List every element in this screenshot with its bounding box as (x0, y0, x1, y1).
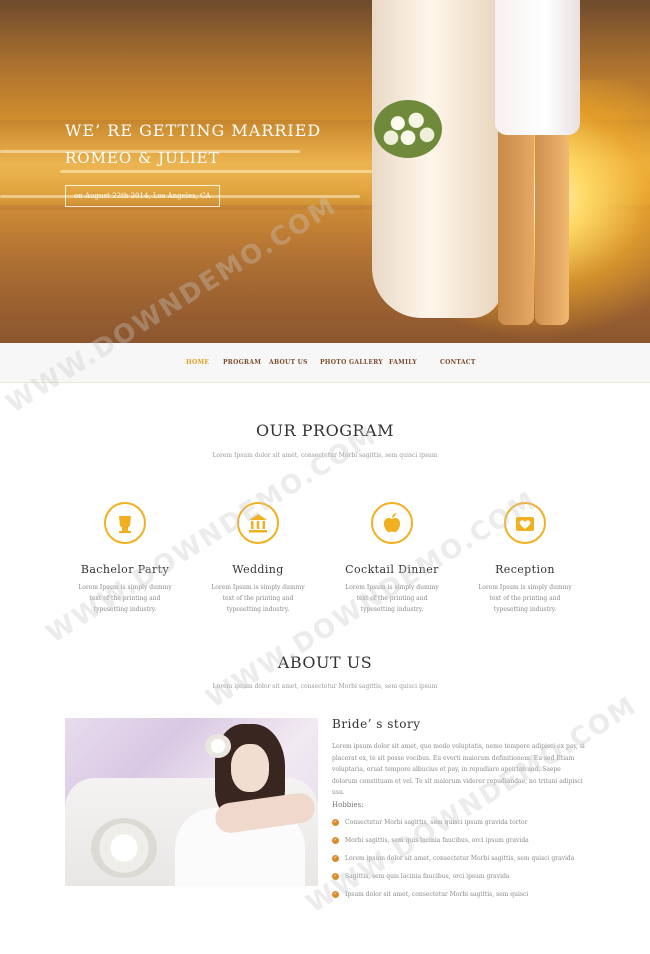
check-icon: ✓ (332, 873, 339, 880)
bride-dress-image (372, 0, 502, 318)
hobbies-label: Hobbies: (332, 801, 364, 809)
about-subtitle: Lorem ipsum dolor sit amet, consectetur … (212, 683, 438, 690)
hobby-item: ✓ Ipsum dolor sit amet, consectetur Morbi… (332, 891, 529, 898)
hero-wave (60, 170, 380, 173)
program-item-title: Reception (495, 563, 555, 576)
nav-item-home[interactable]: HOME (186, 359, 209, 366)
program-item-reception: Reception Lorem Ipsum is simply dummy te… (465, 502, 585, 615)
hobby-item: ✓ Consectetur Morbi sagittis, sem quisci … (332, 819, 528, 826)
check-icon: ✓ (332, 837, 339, 844)
program-item-title: Wedding (232, 563, 284, 576)
hero-names: ROMEO & JULIET (65, 149, 220, 167)
bank-icon (237, 502, 279, 544)
program-item-wedding: Wedding Lorem Ipsum is simply dummy text… (198, 502, 318, 615)
hero-date-box: on August 22th 2014, Los Angeles, CA (65, 185, 220, 207)
about-heading: ABOUT US (277, 653, 373, 672)
program-subtitle: Lorem Ipsum dolor sit amet, consectetur … (212, 452, 438, 459)
groom-leg-image (535, 120, 569, 325)
program-item-bachelor-party: Bachelor Party Lorem Ipsum is simply dum… (65, 502, 185, 615)
check-icon: ✓ (332, 891, 339, 898)
program-item-title: Bachelor Party (80, 563, 170, 576)
bride-story-title: Bride’ s story (332, 717, 421, 731)
apple-icon (371, 502, 413, 544)
hobby-item: ✓ Lorem ipsum dolor sit amet, consectetur… (332, 855, 575, 862)
check-icon: ✓ (332, 855, 339, 862)
program-item-desc: Lorem Ipsum is simply dummy text of the … (478, 584, 572, 613)
bride-photo (65, 718, 318, 886)
hero-banner: WE’ RE GETTING MARRIED ROMEO & JULIET on… (0, 0, 650, 343)
nav-item-program[interactable]: PROGRAM (223, 359, 261, 366)
groom-shirt-image (495, 0, 580, 135)
bouquet-image (374, 100, 442, 158)
cup-icon (104, 502, 146, 544)
nav-item-about-us[interactable]: ABOUT US (269, 359, 308, 366)
nav-item-family[interactable]: FAMILY (389, 359, 417, 366)
check-icon: ✓ (332, 819, 339, 826)
program-item-cocktail-dinner: Cocktail Dinner Lorem Ipsum is simply du… (332, 502, 452, 615)
heart-icon (504, 502, 546, 544)
program-item-title: Cocktail Dinner (345, 563, 439, 576)
nav-item-photo-gallery[interactable]: PHOTO GALLERY (320, 359, 383, 366)
main-nav: HOME PROGRAM ABOUT US PHOTO GALLERY FAMI… (0, 343, 650, 383)
program-heading: OUR PROGRAM (256, 421, 394, 440)
program-item-desc: Lorem Ipsum is simply dummy text of the … (211, 584, 305, 613)
bride-story-text: Lorem ipsum dolor sit amet, quo modo vol… (332, 743, 585, 796)
hobby-item: ✓ Sagittis, sem quis lacinia faucibus, or… (332, 873, 510, 880)
hero-title: WE’ RE GETTING MARRIED (65, 121, 322, 140)
program-item-desc: Lorem Ipsum is simply dummy text of the … (78, 584, 172, 613)
nav-item-contact[interactable]: CONTACT (440, 359, 476, 366)
program-item-desc: Lorem Ipsum is simply dummy text of the … (345, 584, 439, 613)
groom-leg-image (498, 120, 534, 325)
hobby-item: ✓ Morbi sagittis, sem quis lacinia faucib… (332, 837, 529, 844)
